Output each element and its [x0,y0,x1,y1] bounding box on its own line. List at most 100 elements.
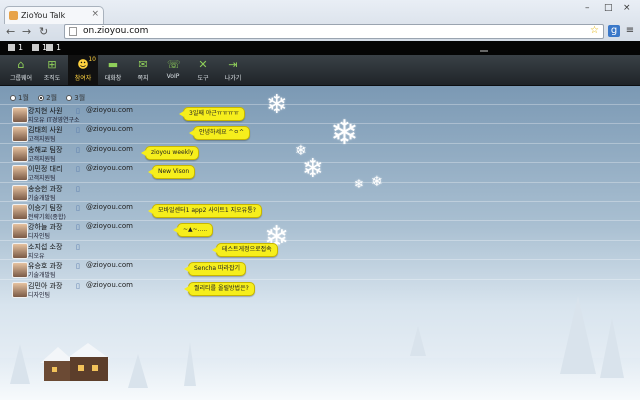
mobile-icon: ▯ [76,204,80,212]
status-item-grid[interactable]: 1 [8,43,23,52]
snowy-tree [184,342,196,386]
contact-email[interactable]: @zioyou.com [86,222,133,230]
filter-radio-3[interactable]: 3월 [66,93,85,103]
contact-email[interactable]: @zioyou.com [86,261,133,269]
tab-title: ZioYou Talk [21,11,66,20]
contact-row[interactable]: 김민아 과장 디자인팀 ▯ @zioyou.com 퀄리티를 올릴방법은? [0,278,640,299]
doc2-icon [46,44,53,51]
mobile-icon: ▯ [76,145,80,154]
contact-email[interactable]: @zioyou.com [86,145,133,153]
radio-checked-icon [38,95,45,101]
contact-email[interactable]: @zioyou.com [86,125,133,133]
contact-row[interactable]: 이승기 팀장 전략기획(종합) ▯ @zioyou.com 모바일센터1 app2 사이… [0,201,640,221]
splitter-handle[interactable] [480,50,488,52]
avatar[interactable] [12,204,28,220]
org-icon: ⊞ [47,58,57,71]
reload-icon[interactable]: ↻ [39,26,48,38]
people-icon: ☻ [77,58,89,71]
tools-icon: ✕ [198,58,208,71]
forward-icon[interactable]: → [22,26,31,38]
toolbar-tools[interactable]: ✕ 도구 [188,55,218,85]
grid-icon [8,44,15,51]
snow-house-illustration [40,343,110,381]
contact-row[interactable]: 이민정 대리 고객지원팀 ▯ @zioyou.com New Vison [0,162,640,182]
avatar[interactable] [12,262,28,279]
address-bar[interactable]: on.zioyou.com ☆ [64,24,604,39]
exit-icon: ⇥ [228,58,238,71]
toolbar-org-chart[interactable]: ⊞ 조직도 [37,55,67,85]
snowy-tree [560,296,596,374]
chat-icon: ▬ [107,58,119,71]
avatar[interactable] [12,223,28,240]
radio-icon [10,95,16,101]
contact-row[interactable]: 송해교 팀장 고객지원팀 ▯ @zioyou.com zioyou weekly [0,142,640,163]
radio-icon [66,95,73,101]
toolbar-exit[interactable]: ⇥ 나가기 [218,55,248,85]
snowy-tree [10,344,30,384]
phone-icon: ☏ [167,58,181,71]
avatar[interactable] [12,145,28,162]
minimize-icon[interactable]: – [585,3,590,13]
mobile-icon: ▯ [76,242,80,251]
filter-radio-1[interactable]: 1월 [10,93,29,103]
status-message-bubble: Sencha 따라잡기 [183,262,247,277]
menu-icon[interactable]: ≡ [624,25,636,37]
filter-radio-2[interactable]: 2월 [38,93,57,103]
status-item-doc[interactable]: 1 [32,43,47,52]
avatar[interactable] [12,126,28,143]
note-icon: ✉ [138,58,148,71]
mobile-icon: ▯ [76,107,80,115]
contact-row[interactable]: 강하늘 과장 디자인팀 ▯ @zioyou.com ~▲~..... [0,220,640,240]
toolbar-chat[interactable]: ▬ 대화창 [98,55,128,85]
house-icon: ⌂ [17,58,25,71]
contact-dept: 디자인팀 [28,291,51,299]
status-message-bubble: 테스트게정으로접속 [212,242,278,257]
status-message-bubble: 3일째 야근ㅠㅠㅠㅠ [179,107,245,121]
address-url: on.zioyou.com [83,26,149,36]
status-message-bubble: 모바일센터1 app2 사이트1 지오유통? [148,204,262,218]
toolbar-groupware[interactable]: ⌂ 그룹웨어 [6,55,36,85]
browser-tab[interactable]: ZioYou Talk × [4,6,104,24]
avatar[interactable] [12,242,28,259]
doc-icon [32,44,39,51]
back-icon[interactable]: ← [6,26,15,38]
period-filter: 1월 2월 3월 [10,93,92,103]
status-message-bubble: 퀄리티를 올릴방법은? [184,281,255,296]
status-message-bubble: zioyou weekly [140,145,200,160]
maximize-icon[interactable]: □ [604,3,613,13]
avatar[interactable] [12,165,28,182]
toolbar-note[interactable]: ✉ 쪽지 [128,55,158,85]
page-icon [69,27,77,36]
avatar[interactable] [12,184,28,201]
toolbar-voip[interactable]: ☏ VoIP [158,55,188,85]
avatar[interactable] [12,281,28,298]
close-window-icon[interactable]: × [623,3,631,13]
tab-close-icon[interactable]: × [91,9,99,19]
bookmark-star-icon[interactable]: ☆ [590,25,599,36]
contact-row[interactable]: 송승헌 과장 기술개발팀 ▯ [0,181,640,202]
extension-icon[interactable]: g [608,25,620,37]
contact-row[interactable]: 소지섭 소장 지오유 ▯ 테스트게정으로접속 [0,239,640,260]
snowy-tree [128,354,148,388]
snowy-tree [600,318,624,378]
avatar[interactable] [12,107,28,123]
contact-email[interactable]: @zioyou.com [86,203,133,211]
mobile-icon: ▯ [76,281,80,290]
mobile-icon: ▯ [76,184,80,193]
status-item-doc2[interactable]: 1 [46,43,61,52]
contact-email[interactable]: @zioyou.com [86,106,133,114]
status-message-bubble: ~▲~..... [172,223,214,238]
mobile-icon: ▯ [76,126,80,135]
contact-row[interactable]: 김태희 사원 고객지원팀 ▯ @zioyou.com 안녕하세요 ^ㅇ^ [0,123,640,143]
mobile-icon: ▯ [76,165,80,174]
contact-email[interactable]: @zioyou.com [86,281,133,289]
toolbar-participants[interactable]: 10 ☻ 참여자 [68,55,98,85]
app-toolbar: ⌂ 그룹웨어 ⊞ 조직도 10 ☻ 참여자 ▬ 대화창 ✉ 쪽지 ☏ VoIP ✕ 도구 ⇥ 나가… [0,55,640,86]
contact-row[interactable]: 유승호 과장 기술개발팀 ▯ @zioyou.com Sencha 따라잡기 [0,259,640,279]
mobile-icon: ▯ [76,223,80,232]
contact-email[interactable]: @zioyou.com [86,164,133,172]
contact-row[interactable]: 강지현 사원 지오유 IT경영연구소 ▯ @zioyou.com 3일째 야근ㅠㅠㅠㅠ [0,104,640,124]
zioyou-favicon-icon [9,11,18,20]
browser-chrome: ZioYou Talk × – □ × ← → ↻ on.zioyou.com … [0,0,640,42]
status-message-bubble: New Vison [147,165,196,180]
